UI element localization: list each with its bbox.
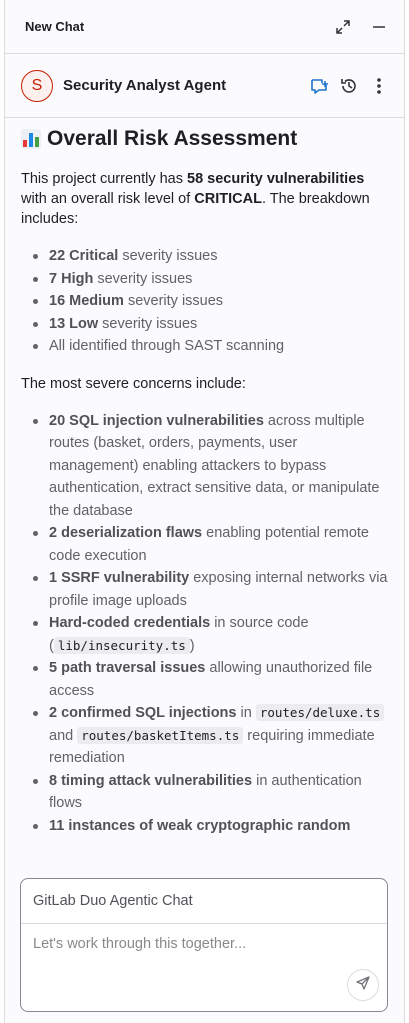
new-chat-icon[interactable] bbox=[308, 75, 330, 97]
concerns-list: 20 SQL injection vulnerabilities across … bbox=[21, 410, 388, 838]
kebab-menu-icon[interactable] bbox=[368, 75, 390, 97]
composer-label: GitLab Duo Agentic Chat bbox=[21, 879, 387, 924]
minimize-icon[interactable] bbox=[368, 16, 390, 38]
section-heading: Overall Risk Assessment bbox=[21, 127, 388, 151]
chat-input[interactable]: Let's work through this together... bbox=[21, 924, 387, 1012]
list-item: 1 SSRF vulnerability exposing internal n… bbox=[21, 567, 388, 612]
window-title: New Chat bbox=[25, 19, 85, 34]
list-item: All identified through SAST scanning bbox=[21, 335, 388, 358]
chat-composer: GitLab Duo Agentic Chat Let's work throu… bbox=[20, 878, 388, 1012]
maximize-icon[interactable] bbox=[332, 16, 354, 38]
breakdown-list: 22 Critical severity issues 7 High sever… bbox=[21, 245, 388, 358]
heading-text: Overall Risk Assessment bbox=[47, 127, 298, 150]
list-item: 2 deserialization flaws enabling potenti… bbox=[21, 522, 388, 567]
send-button[interactable] bbox=[347, 969, 379, 1001]
list-item: 7 High severity issues bbox=[21, 268, 388, 291]
code-snippet: routes/deluxe.ts bbox=[255, 704, 385, 721]
list-item: 8 timing attack vulnerabilities in authe… bbox=[21, 770, 388, 815]
bar-chart-emoji-icon bbox=[21, 129, 41, 149]
send-icon bbox=[355, 975, 371, 996]
code-snippet: lib/insecurity.ts bbox=[53, 636, 190, 654]
agent-name: Security Analyst Agent bbox=[63, 77, 227, 94]
history-icon[interactable] bbox=[338, 75, 360, 97]
concerns-intro: The most severe concerns include: bbox=[21, 375, 246, 392]
list-item: 20 SQL injection vulnerabilities across … bbox=[21, 410, 388, 523]
list-item: 16 Medium severity issues bbox=[21, 290, 388, 313]
list-item: 5 path traversal issues allowing unautho… bbox=[21, 657, 388, 702]
title-bar: New Chat bbox=[5, 0, 404, 54]
message-content: Overall Risk Assessment This project cur… bbox=[5, 119, 404, 859]
list-item: 2 confirmed SQL injections in routes/del… bbox=[21, 702, 388, 770]
code-snippet: routes/basketItems.ts bbox=[77, 726, 244, 744]
intro-paragraph: This project currently has 58 security v… bbox=[21, 171, 370, 227]
list-item: 22 Critical severity issues bbox=[21, 245, 388, 268]
list-item: Hard-coded credentials in source code (l… bbox=[21, 612, 388, 657]
agent-header: S Security Analyst Agent bbox=[5, 54, 404, 118]
list-item: 11 instances of weak cryptographic rando… bbox=[21, 815, 388, 838]
list-item: 13 Low severity issues bbox=[21, 313, 388, 336]
chat-panel: New Chat S Security Analyst Agent Overal… bbox=[4, 0, 405, 1023]
avatar: S bbox=[21, 69, 53, 102]
